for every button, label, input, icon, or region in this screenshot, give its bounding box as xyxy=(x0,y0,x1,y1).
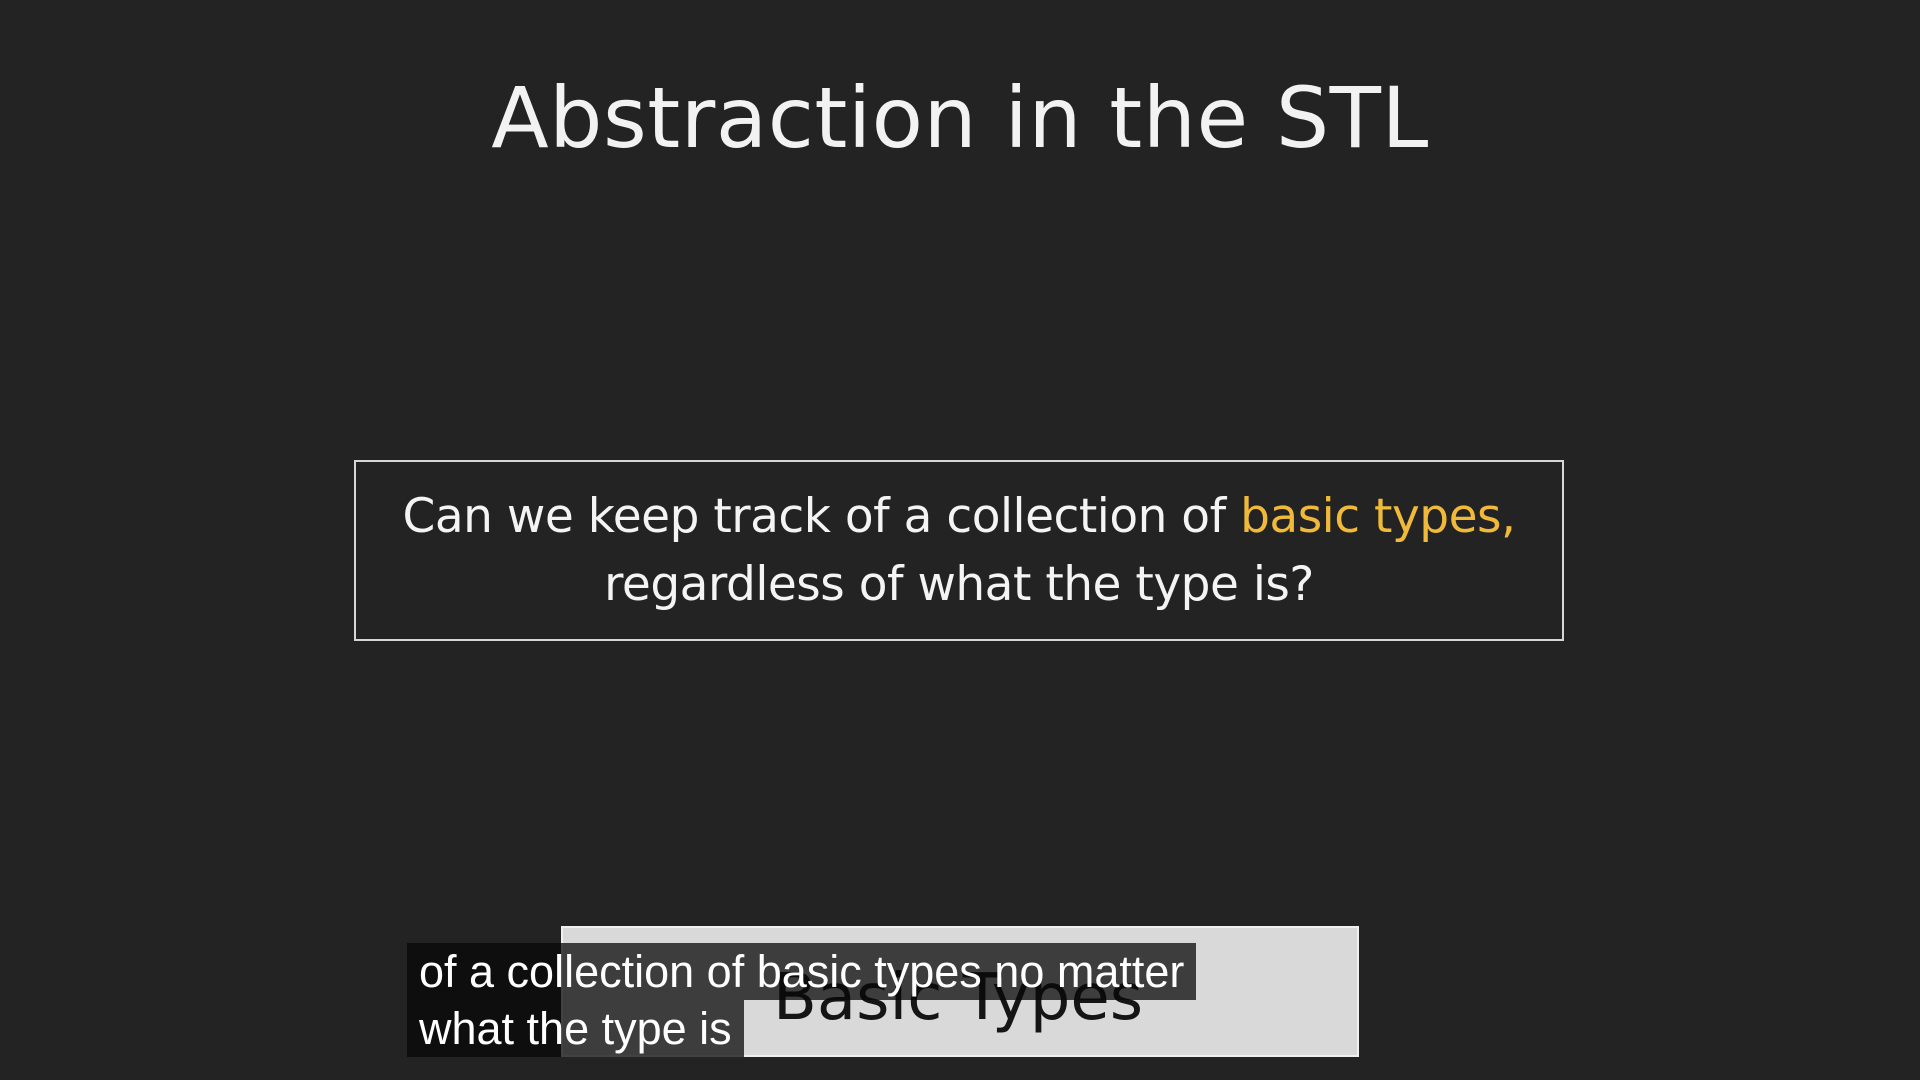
question-line-2: regardless of what the type is? xyxy=(604,556,1314,612)
highlighted-term: basic types, xyxy=(1240,488,1516,544)
subtitle-caption: of a collection of basic types no matter… xyxy=(407,943,1197,1057)
caption-line-1: of a collection of basic types no matter xyxy=(407,943,1197,1000)
question-text: Can we keep track of a collection of xyxy=(402,488,1241,544)
question-box: Can we keep track of a collection of bas… xyxy=(354,460,1564,641)
caption-line-2: what the type is xyxy=(407,1000,744,1057)
question-line-1: Can we keep track of a collection of bas… xyxy=(403,483,1516,551)
slide-title: Abstraction in the STL xyxy=(491,69,1429,167)
video-frame: Abstraction in the STL Can we keep track… xyxy=(0,0,1920,1080)
